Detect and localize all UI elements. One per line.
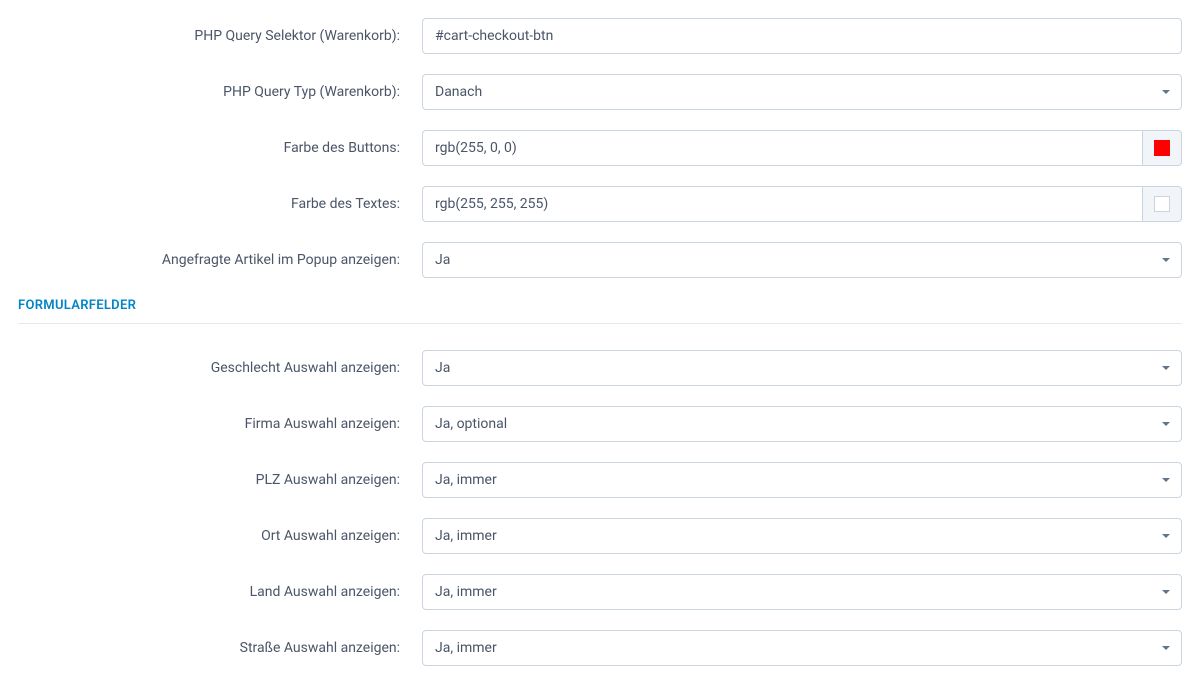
select-wrap: Ja, immer	[422, 630, 1182, 666]
row-company: Firma Auswahl anzeigen: Ja, optional	[18, 406, 1182, 442]
label-city: Ort Auswahl anzeigen:	[18, 528, 422, 544]
control-wrap: Ja	[422, 350, 1182, 386]
section-divider	[18, 323, 1182, 324]
select-wrap: Ja, immer	[422, 518, 1182, 554]
control-wrap: Ja, immer	[422, 574, 1182, 610]
control-wrap	[422, 186, 1182, 222]
label-zip: PLZ Auswahl anzeigen:	[18, 472, 422, 488]
control-wrap: Ja, optional	[422, 406, 1182, 442]
control-wrap	[422, 130, 1182, 166]
button-color-swatch-button[interactable]	[1142, 130, 1182, 166]
color-group-button	[422, 130, 1182, 166]
input-php-query-selector-cart[interactable]	[422, 18, 1182, 54]
input-text-color[interactable]	[422, 186, 1142, 222]
control-wrap: Ja	[422, 242, 1182, 278]
label-button-color: Farbe des Buttons:	[18, 140, 422, 156]
text-color-swatch	[1154, 196, 1170, 212]
control-wrap: Danach	[422, 74, 1182, 110]
control-wrap	[422, 18, 1182, 54]
select-country[interactable]: Ja, immer	[422, 574, 1182, 610]
row-country: Land Auswahl anzeigen: Ja, immer	[18, 574, 1182, 610]
select-zip[interactable]: Ja, immer	[422, 462, 1182, 498]
select-wrap: Danach	[422, 74, 1182, 110]
row-php-query-type-cart: PHP Query Typ (Warenkorb): Danach	[18, 74, 1182, 110]
select-show-requested-popup[interactable]: Ja	[422, 242, 1182, 278]
text-color-swatch-button[interactable]	[1142, 186, 1182, 222]
button-color-swatch	[1154, 140, 1170, 156]
label-street: Straße Auswahl anzeigen:	[18, 640, 422, 656]
row-zip: PLZ Auswahl anzeigen: Ja, immer	[18, 462, 1182, 498]
label-text-color: Farbe des Textes:	[18, 196, 422, 212]
row-button-color: Farbe des Buttons:	[18, 130, 1182, 166]
select-wrap: Ja, immer	[422, 462, 1182, 498]
row-php-query-selector-cart: PHP Query Selektor (Warenkorb):	[18, 18, 1182, 54]
select-street[interactable]: Ja, immer	[422, 630, 1182, 666]
label-php-query-type-cart: PHP Query Typ (Warenkorb):	[18, 84, 422, 100]
select-city[interactable]: Ja, immer	[422, 518, 1182, 554]
select-php-query-type-cart[interactable]: Danach	[422, 74, 1182, 110]
label-gender: Geschlecht Auswahl anzeigen:	[18, 360, 422, 376]
select-wrap: Ja, immer	[422, 574, 1182, 610]
select-wrap: Ja	[422, 350, 1182, 386]
row-text-color: Farbe des Textes:	[18, 186, 1182, 222]
label-php-query-selector-cart: PHP Query Selektor (Warenkorb):	[18, 28, 422, 44]
label-show-requested-popup: Angefragte Artikel im Popup anzeigen:	[18, 252, 422, 268]
section-header-formularfelder: FORMULARFELDER	[18, 298, 1182, 313]
color-group-text	[422, 186, 1182, 222]
control-wrap: Ja, immer	[422, 630, 1182, 666]
control-wrap: Ja, immer	[422, 462, 1182, 498]
row-show-requested-popup: Angefragte Artikel im Popup anzeigen: Ja	[18, 242, 1182, 278]
row-gender: Geschlecht Auswahl anzeigen: Ja	[18, 350, 1182, 386]
input-button-color[interactable]	[422, 130, 1142, 166]
select-gender[interactable]: Ja	[422, 350, 1182, 386]
select-wrap: Ja, optional	[422, 406, 1182, 442]
row-city: Ort Auswahl anzeigen: Ja, immer	[18, 518, 1182, 554]
control-wrap: Ja, immer	[422, 518, 1182, 554]
label-company: Firma Auswahl anzeigen:	[18, 416, 422, 432]
select-wrap: Ja	[422, 242, 1182, 278]
label-country: Land Auswahl anzeigen:	[18, 584, 422, 600]
row-street: Straße Auswahl anzeigen: Ja, immer	[18, 630, 1182, 666]
select-company[interactable]: Ja, optional	[422, 406, 1182, 442]
